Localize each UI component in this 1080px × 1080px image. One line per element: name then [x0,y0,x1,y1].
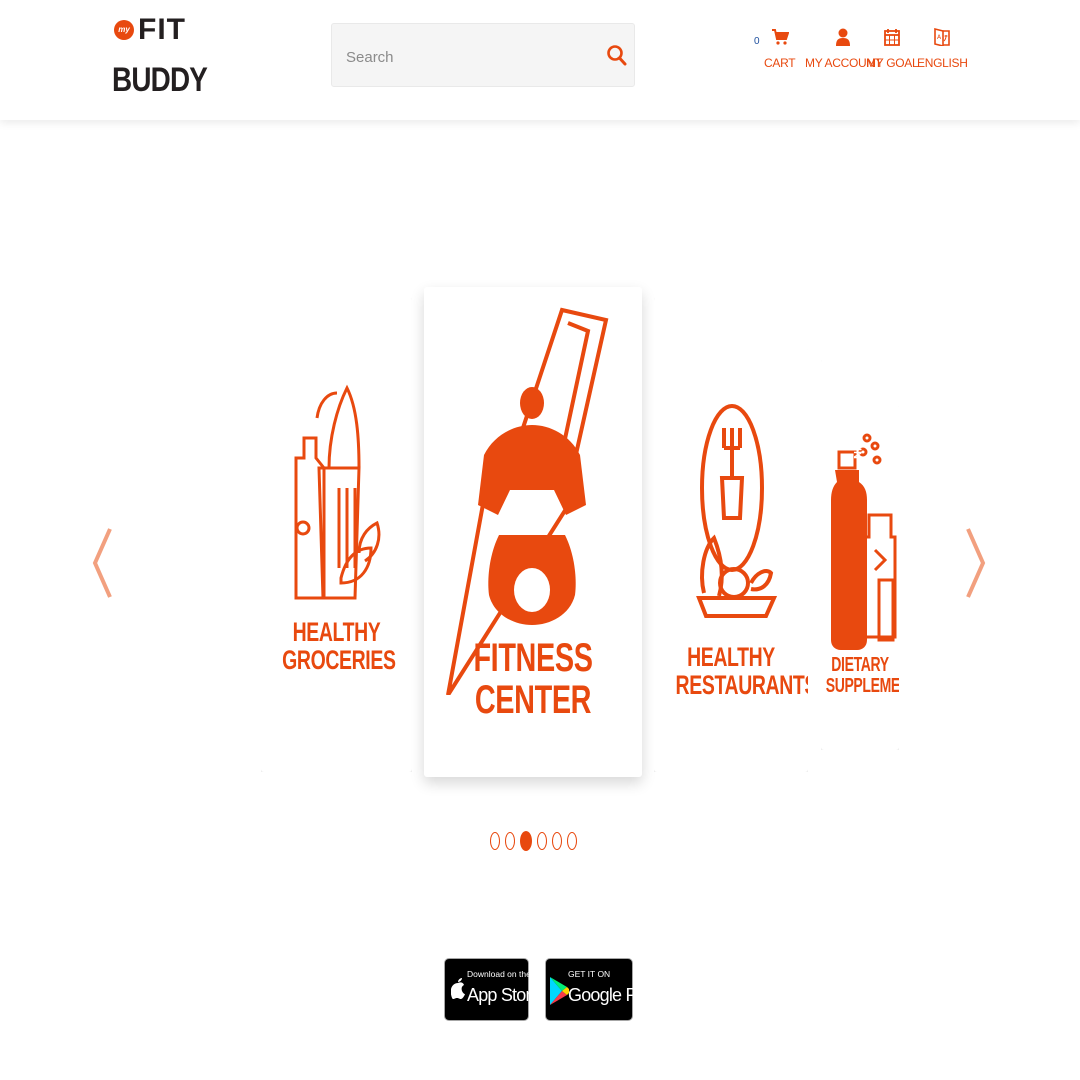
cart-link[interactable]: 0 CART [754,28,796,70]
carousel-pagination [490,831,582,853]
my-goal-link[interactable]: MY GOAL [866,28,919,70]
carousel-dot-4[interactable] [537,832,547,850]
my-goal-label: MY GOAL [866,56,919,70]
google-play-icon [550,977,569,1005]
google-play-badge[interactable]: GET IT ON Google Play [545,958,658,1021]
carousel-prev-button[interactable] [90,525,120,601]
carousel-card-healthy-groceries[interactable]: HEALTHY GROCERIES [261,298,412,772]
carousel-dot-5[interactable] [552,832,562,850]
app-store-badge[interactable]: Download on the App Store [444,958,541,1021]
card-title-line2: RESTAURANTS [675,670,808,701]
card-title-line1: HEALTHY [292,617,381,647]
apple-icon [451,978,465,999]
cart-icon [764,28,795,46]
card-title-line1: FITNESS [473,636,593,680]
carousel-card-dietary-supplements[interactable]: PROTEIN DIETARY SUPPLEMENTS [821,360,899,750]
carousel-dot-3[interactable] [520,831,532,851]
card-title-line2: CENTER [474,678,592,722]
carousel-card-healthy-restaurants[interactable]: HEALTHY RESTAURANTS [654,298,808,772]
restaurant-icon [696,404,778,618]
supplements-icon: PROTEIN [831,430,897,650]
search-icon[interactable] [606,44,628,68]
carousel-dot-1[interactable] [490,832,500,850]
protein-label: PROTEIN [851,430,863,459]
carousel-card-fitness-center[interactable]: FITNESS CENTER [424,287,642,777]
groceries-icon [294,384,381,600]
app-store-big-text: App Store [467,985,541,1005]
carousel-dot-2[interactable] [505,832,515,850]
fitbuddy-logo[interactable]: my FIT BUDDY [110,12,208,112]
cart-label: CART [764,56,796,70]
carousel-dot-6[interactable] [567,832,577,850]
google-play-big-text: Google Play [568,985,658,1005]
language-selector[interactable]: A ENGLISH [917,28,968,70]
card-title-line1: DIETARY [831,654,889,676]
language-label: ENGLISH [917,56,968,70]
carousel-next-button[interactable] [960,525,990,601]
chevron-right-icon [966,528,986,598]
card-title-line1: HEALTHY [687,642,775,672]
svg-text:A: A [937,34,942,41]
search-box [331,23,635,87]
app-store-small-text: Download on the [467,969,531,979]
search-input[interactable] [344,44,598,70]
logo-fit-text: FIT [138,13,186,46]
translate-icon: A [917,28,968,46]
site-header: my FIT BUDDY 0 CART MY ACCOUNT MY GOAL A… [0,0,1080,120]
logo-buddy-text: BUDDY [112,61,208,99]
logo-my-badge: my [114,20,134,40]
calendar-icon [866,28,918,46]
cart-count-badge: 0 [754,36,760,47]
chevron-left-icon [92,528,112,598]
card-title-line2: GROCERIES [282,645,396,676]
card-title-line2: SUPPLEMENTS [825,675,899,697]
google-play-small-text: GET IT ON [568,969,611,979]
